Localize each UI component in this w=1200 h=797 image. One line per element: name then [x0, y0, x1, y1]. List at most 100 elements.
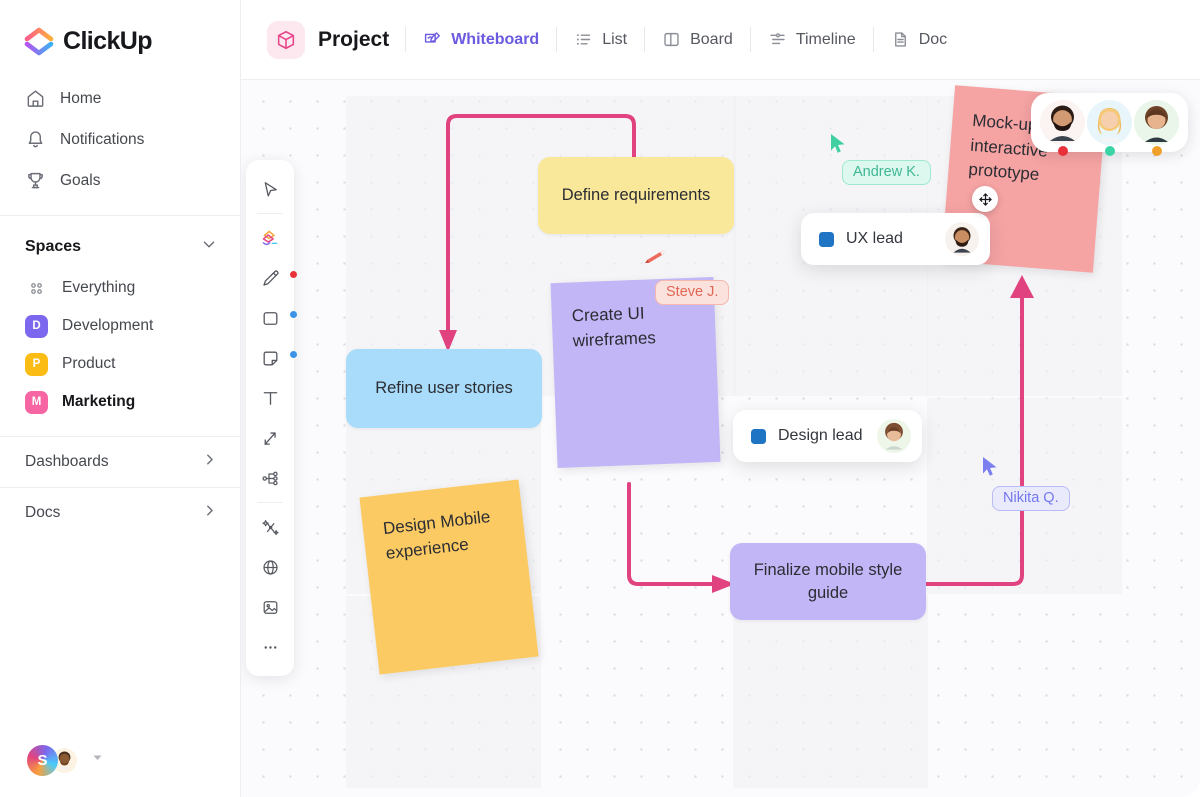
shape-define-requirements[interactable]: Define requirements	[538, 157, 734, 234]
brand-name: ClickUp	[63, 27, 152, 56]
clickup-whiteboard-app: ClickUp Home Notific	[0, 0, 1200, 797]
workspace-avatar[interactable]: S	[27, 745, 58, 776]
text-tool[interactable]	[250, 378, 290, 418]
shapes-tool[interactable]	[250, 218, 290, 258]
sticky-design-mobile-experience[interactable]: Design Mobile experience	[359, 480, 538, 675]
shape-label: Refine user stories	[375, 377, 513, 399]
zone-block	[733, 596, 928, 788]
sidebar-item-label: Notifications	[60, 131, 144, 149]
avatar[interactable]	[877, 419, 911, 453]
cursor-tag-steve: Steve J.	[655, 280, 729, 305]
sticky-label: Design Mobile experience	[382, 507, 491, 563]
sticky-create-ui-wireframes[interactable]: Create UI wireframes	[551, 277, 721, 468]
doc-icon	[891, 30, 910, 49]
assignment-label: Design lead	[778, 427, 865, 445]
pen-tool[interactable]	[250, 258, 290, 298]
tab-timeline[interactable]: Timeline	[751, 21, 873, 59]
image-tool[interactable]	[250, 587, 290, 627]
rail-divider	[257, 213, 283, 214]
mindmap-tool[interactable]	[250, 458, 290, 498]
more-tools[interactable]	[250, 627, 290, 667]
sidebar-item-label: Goals	[60, 172, 101, 190]
tab-board[interactable]: Board	[645, 21, 750, 59]
spaces-section-header[interactable]: Spaces	[0, 216, 240, 269]
space-badge-product: P	[25, 353, 48, 376]
whiteboard-tool-rail	[246, 160, 294, 676]
main-area: Project Whiteboard	[241, 0, 1200, 797]
sidebar-item-product[interactable]: P Product	[0, 345, 240, 383]
status-dot	[1105, 146, 1115, 156]
status-swatch	[819, 232, 834, 247]
sidebar-item-dashboards[interactable]: Dashboards	[0, 436, 240, 487]
shape-color-dot	[290, 311, 297, 318]
rail-divider	[257, 502, 283, 503]
tab-label: Doc	[919, 31, 947, 49]
avatar	[1134, 100, 1179, 145]
project-cube-icon	[267, 21, 305, 59]
move-handle-icon[interactable]	[972, 186, 998, 212]
cursor-pointer-andrew	[828, 132, 848, 159]
assignment-card-ux-lead[interactable]: UX lead	[801, 213, 990, 265]
sidebar-item-notifications[interactable]: Notifications	[0, 119, 240, 160]
shape-refine-user-stories[interactable]: Refine user stories	[346, 349, 542, 428]
tab-label: Board	[690, 31, 733, 49]
status-swatch	[751, 429, 766, 444]
connector-tool[interactable]	[250, 418, 290, 458]
board-icon	[662, 30, 681, 49]
chevron-down-icon[interactable]	[200, 235, 218, 258]
shape-label: Define requirements	[562, 184, 711, 206]
chevron-right-icon	[201, 451, 218, 473]
space-badge-development: D	[25, 315, 48, 338]
sticky-note-tool[interactable]	[250, 338, 290, 378]
bell-icon	[25, 129, 46, 150]
user-menu-chevron-icon[interactable]	[91, 751, 104, 769]
sidebar-user-strip[interactable]: S	[0, 723, 241, 797]
tab-label: Timeline	[796, 31, 856, 49]
presence-avatar[interactable]	[1040, 100, 1085, 145]
sidebar-item-marketing[interactable]: M Marketing	[0, 383, 240, 421]
tab-list[interactable]: List	[557, 21, 644, 59]
sidebar-item-label: Product	[62, 355, 115, 373]
sidebar-item-everything[interactable]: Everything	[0, 269, 240, 307]
tab-whiteboard[interactable]: Whiteboard	[406, 21, 556, 59]
tab-label: List	[602, 31, 627, 49]
sticky-label: Create UI wireframes	[571, 304, 656, 350]
avatar[interactable]	[945, 222, 979, 256]
web-embed-tool[interactable]	[250, 547, 290, 587]
spaces-list: Everything D Development P Product M Mar…	[0, 269, 240, 421]
select-tool[interactable]	[250, 169, 290, 209]
list-icon	[574, 30, 593, 49]
cursor-tag-andrew: Andrew K.	[842, 160, 931, 185]
shape-label: Finalize mobile style guide	[746, 559, 910, 604]
trophy-icon	[25, 170, 46, 191]
shape-finalize-mobile-style-guide[interactable]: Finalize mobile style guide	[730, 543, 926, 620]
ai-magic-tool[interactable]	[250, 507, 290, 547]
brand-logo[interactable]: ClickUp	[0, 0, 240, 56]
status-dot	[1152, 146, 1162, 156]
clickup-logo-icon	[24, 26, 54, 56]
whiteboard-canvas[interactable]: Refine user stories Define requirements …	[241, 80, 1200, 797]
home-icon	[25, 88, 46, 109]
sidebar-item-development[interactable]: D Development	[0, 307, 240, 345]
presence-avatar[interactable]	[1087, 100, 1132, 145]
cursor-tag-nikita: Nikita Q.	[992, 486, 1070, 511]
sidebar-item-goals[interactable]: Goals	[0, 160, 240, 201]
presence-avatar[interactable]	[1134, 100, 1179, 145]
sidebar-item-label: Docs	[25, 504, 60, 522]
sidebar-item-home[interactable]: Home	[0, 78, 240, 119]
avatar	[1087, 100, 1132, 145]
sidebar-item-label: Development	[62, 317, 153, 335]
presence-avatar-group[interactable]	[1031, 93, 1188, 152]
rectangle-tool[interactable]	[250, 298, 290, 338]
sidebar-item-docs[interactable]: Docs	[0, 487, 240, 538]
assignment-card-design-lead[interactable]: Design lead	[733, 410, 922, 462]
primary-nav: Home Notifications	[0, 78, 240, 201]
tab-doc[interactable]: Doc	[874, 21, 964, 59]
page-title: Project	[318, 28, 389, 52]
topbar: Project Whiteboard	[241, 0, 1200, 80]
assignment-label: UX lead	[846, 230, 933, 248]
whiteboard-icon	[423, 30, 442, 49]
avatar	[1040, 100, 1085, 145]
sidebar-item-label: Marketing	[62, 393, 135, 411]
spaces-title: Spaces	[25, 238, 81, 256]
